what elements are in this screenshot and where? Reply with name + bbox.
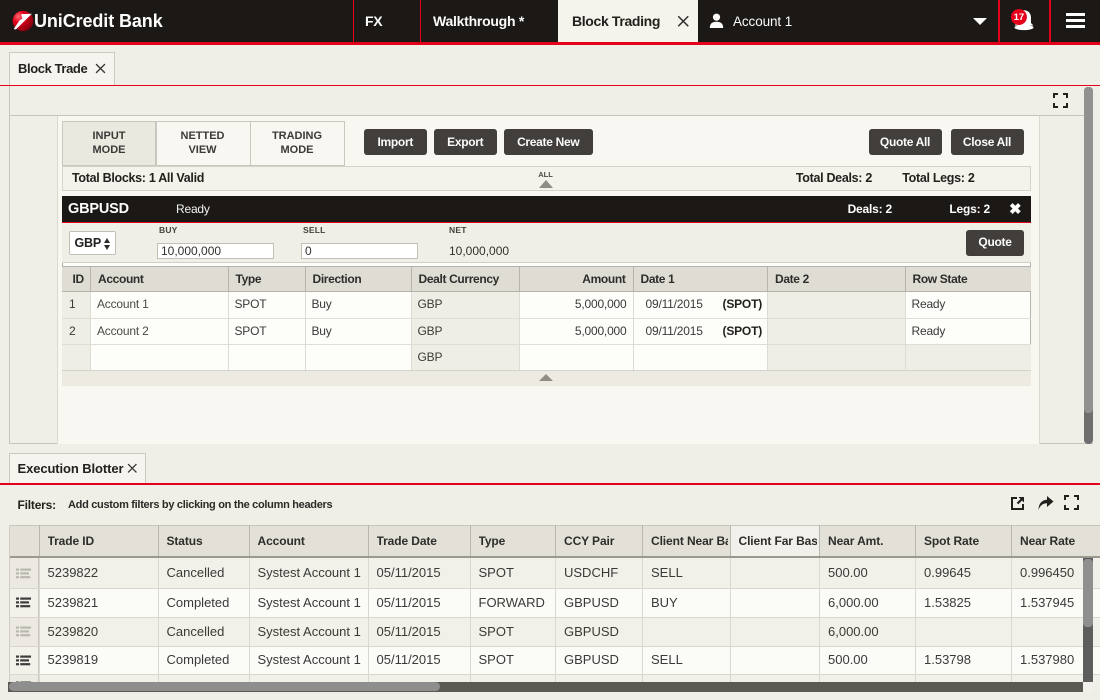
svg-text:17: 17	[1014, 12, 1025, 23]
